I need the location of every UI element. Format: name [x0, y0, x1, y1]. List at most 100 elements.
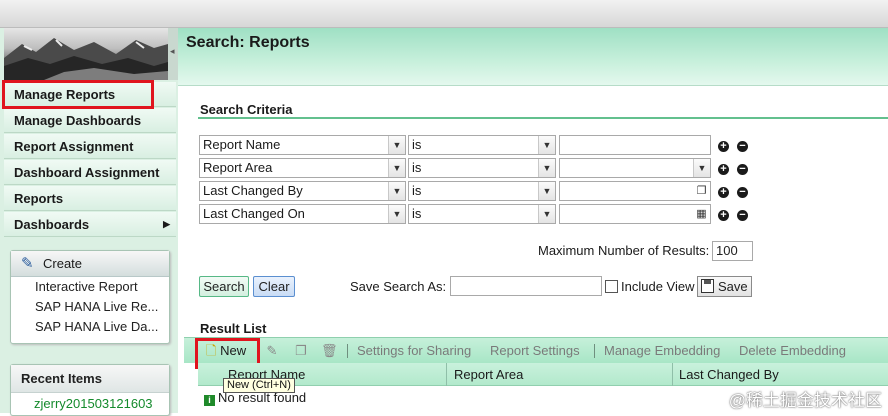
mountain-landscape-image — [4, 38, 168, 80]
edit-icon[interactable]: ✎ — [265, 343, 279, 358]
select-value: is — [412, 183, 422, 198]
sidebar-item-manage-dashboards[interactable]: Manage Dashboards — [4, 108, 176, 133]
search-button[interactable]: Search — [199, 276, 249, 297]
floppy-disk-icon — [701, 279, 714, 293]
dropdown-arrow-icon: ▼ — [538, 136, 555, 154]
save-button-label: Save — [718, 279, 748, 294]
delete-embedding-button[interactable]: Delete Embedding — [739, 338, 846, 364]
sidebar-collapse-handle[interactable]: ◂ — [168, 28, 178, 80]
sidebar: ◂ Manage Reports Manage Dashboards Repor… — [0, 28, 178, 416]
save-search-as-label: Save Search As: — [350, 279, 447, 294]
dropdown-arrow-icon: ▼ — [538, 205, 555, 223]
manage-embedding-button[interactable]: Manage Embedding — [604, 338, 720, 364]
recent-item-link[interactable]: zjerry201503121603 — [11, 393, 169, 415]
sidebar-item-dashboard-assignment[interactable]: Dashboard Assignment — [4, 160, 176, 185]
delete-trash-icon[interactable]: 🗑 — [321, 343, 338, 358]
column-header-last-changed-by[interactable]: Last Changed By — [673, 363, 779, 386]
include-view-checkbox[interactable] — [605, 280, 618, 293]
sidebar-item-label: Manage Reports — [14, 87, 116, 102]
criteria-operator-select-1[interactable]: is ▼ — [408, 135, 556, 155]
sidebar-item-dashboards[interactable]: Dashboards ▶ — [4, 212, 176, 237]
criteria-operator-select-2[interactable]: is ▼ — [408, 158, 556, 178]
criteria-value-input-3[interactable]: ❐ — [559, 181, 711, 201]
dropdown-arrow-icon: ▼ — [538, 182, 555, 200]
collapse-arrow-icon: ◂ — [170, 46, 175, 56]
dropdown-arrow-icon: ▼ — [388, 205, 405, 223]
select-value: Last Changed By — [203, 183, 303, 198]
value-help-icon[interactable]: ❐ — [693, 182, 710, 200]
search-criteria-title: Search Criteria — [200, 102, 293, 117]
settings-for-sharing-button[interactable]: Settings for Sharing — [357, 338, 471, 364]
add-criteria-icon[interactable]: + — [718, 164, 729, 175]
criteria-operator-select-3[interactable]: is ▼ — [408, 181, 556, 201]
recent-items-title: Recent Items — [11, 365, 169, 393]
remove-criteria-icon[interactable]: − — [737, 141, 748, 152]
calendar-icon[interactable]: ▦ — [693, 205, 710, 223]
criteria-field-select-4[interactable]: Last Changed On ▼ — [199, 204, 406, 224]
sidebar-item-reports[interactable]: Reports — [4, 186, 176, 211]
remove-criteria-icon[interactable]: − — [737, 164, 748, 175]
input-value: 100 — [716, 243, 738, 258]
new-document-icon: 🗋 — [206, 343, 217, 358]
select-value: is — [412, 160, 422, 175]
page-title: Search: Reports — [186, 34, 310, 51]
criteria-value-input-1[interactable] — [559, 135, 711, 155]
column-separator — [446, 363, 447, 386]
select-value: Report Name — [203, 137, 281, 152]
dropdown-arrow-icon: ▼ — [693, 159, 710, 177]
create-panel-header: ✎ Create — [11, 251, 169, 277]
dropdown-arrow-icon: ▼ — [388, 159, 405, 177]
copy-icon[interactable]: ❐ — [294, 343, 308, 358]
create-item-hana-live-report[interactable]: SAP HANA Live Re... — [11, 297, 169, 317]
header-logo-image — [4, 28, 168, 80]
toolbar-separator — [594, 344, 595, 358]
criteria-value-date-4[interactable]: ▦ — [559, 204, 711, 224]
info-icon: i — [204, 395, 215, 406]
sidebar-item-label: Dashboards — [14, 217, 90, 232]
criteria-field-select-3[interactable]: Last Changed By ▼ — [199, 181, 406, 201]
result-list-title: Result List — [200, 321, 267, 336]
add-criteria-icon[interactable]: + — [718, 187, 729, 198]
criteria-field-select-1[interactable]: Report Name ▼ — [199, 135, 406, 155]
create-item-interactive-report[interactable]: Interactive Report — [11, 277, 169, 297]
create-panel: ✎ Create Interactive Report SAP HANA Live… — [10, 250, 170, 344]
toolbar-separator — [347, 344, 348, 358]
sidebar-item-manage-reports[interactable]: Manage Reports — [4, 82, 176, 107]
clear-button[interactable]: Clear — [253, 276, 295, 297]
remove-criteria-icon[interactable]: − — [737, 187, 748, 198]
sidebar-item-label: Reports — [14, 191, 64, 206]
create-panel-title: Create — [43, 256, 83, 271]
column-header-report-area[interactable]: Report Area — [448, 363, 523, 386]
recent-items-panel: Recent Items zjerry201503121603 — [10, 364, 170, 416]
criteria-field-select-2[interactable]: Report Area ▼ — [199, 158, 406, 178]
create-item-hana-live-dashboard[interactable]: SAP HANA Live Da... — [11, 317, 169, 337]
result-toolbar: 🗋 New ✎ ❐ 🗑 Settings for Sharing Report … — [184, 337, 888, 363]
watermark: @稀土掘金技术社区 — [728, 391, 882, 410]
save-search-as-input[interactable] — [450, 276, 602, 296]
dropdown-arrow-icon: ▼ — [538, 159, 555, 177]
sidebar-item-report-assignment[interactable]: Report Assignment — [4, 134, 176, 159]
dropdown-arrow-icon: ▼ — [388, 136, 405, 154]
add-criteria-icon[interactable]: + — [718, 141, 729, 152]
sidebar-item-label: Dashboard Assignment — [14, 165, 160, 180]
select-value: Report Area — [203, 160, 273, 175]
include-view-label: Include View — [621, 279, 695, 294]
browser-top-band — [0, 0, 888, 28]
new-button[interactable]: 🗋 New — [206, 338, 246, 364]
submenu-arrow-icon: ▶ — [163, 219, 170, 229]
new-button-tooltip: New (Ctrl+N) — [223, 378, 295, 393]
max-results-label: Maximum Number of Results: — [538, 243, 710, 258]
save-button[interactable]: Save — [697, 276, 752, 297]
add-criteria-icon[interactable]: + — [718, 210, 729, 221]
criteria-value-select-2[interactable]: ▼ — [559, 158, 711, 178]
select-value: Last Changed On — [203, 206, 305, 221]
page-header: Search: Reports — [178, 28, 888, 86]
remove-criteria-icon[interactable]: − — [737, 210, 748, 221]
result-table-header: Report Name Report Area Last Changed By — [198, 363, 888, 386]
pencil-notepad-icon: ✎ — [21, 255, 34, 272]
criteria-operator-select-4[interactable]: is ▼ — [408, 204, 556, 224]
new-button-label: New — [220, 343, 247, 358]
max-results-input[interactable]: 100 — [712, 241, 753, 261]
report-settings-button[interactable]: Report Settings — [490, 338, 580, 364]
sidebar-item-label: Report Assignment — [14, 139, 134, 154]
